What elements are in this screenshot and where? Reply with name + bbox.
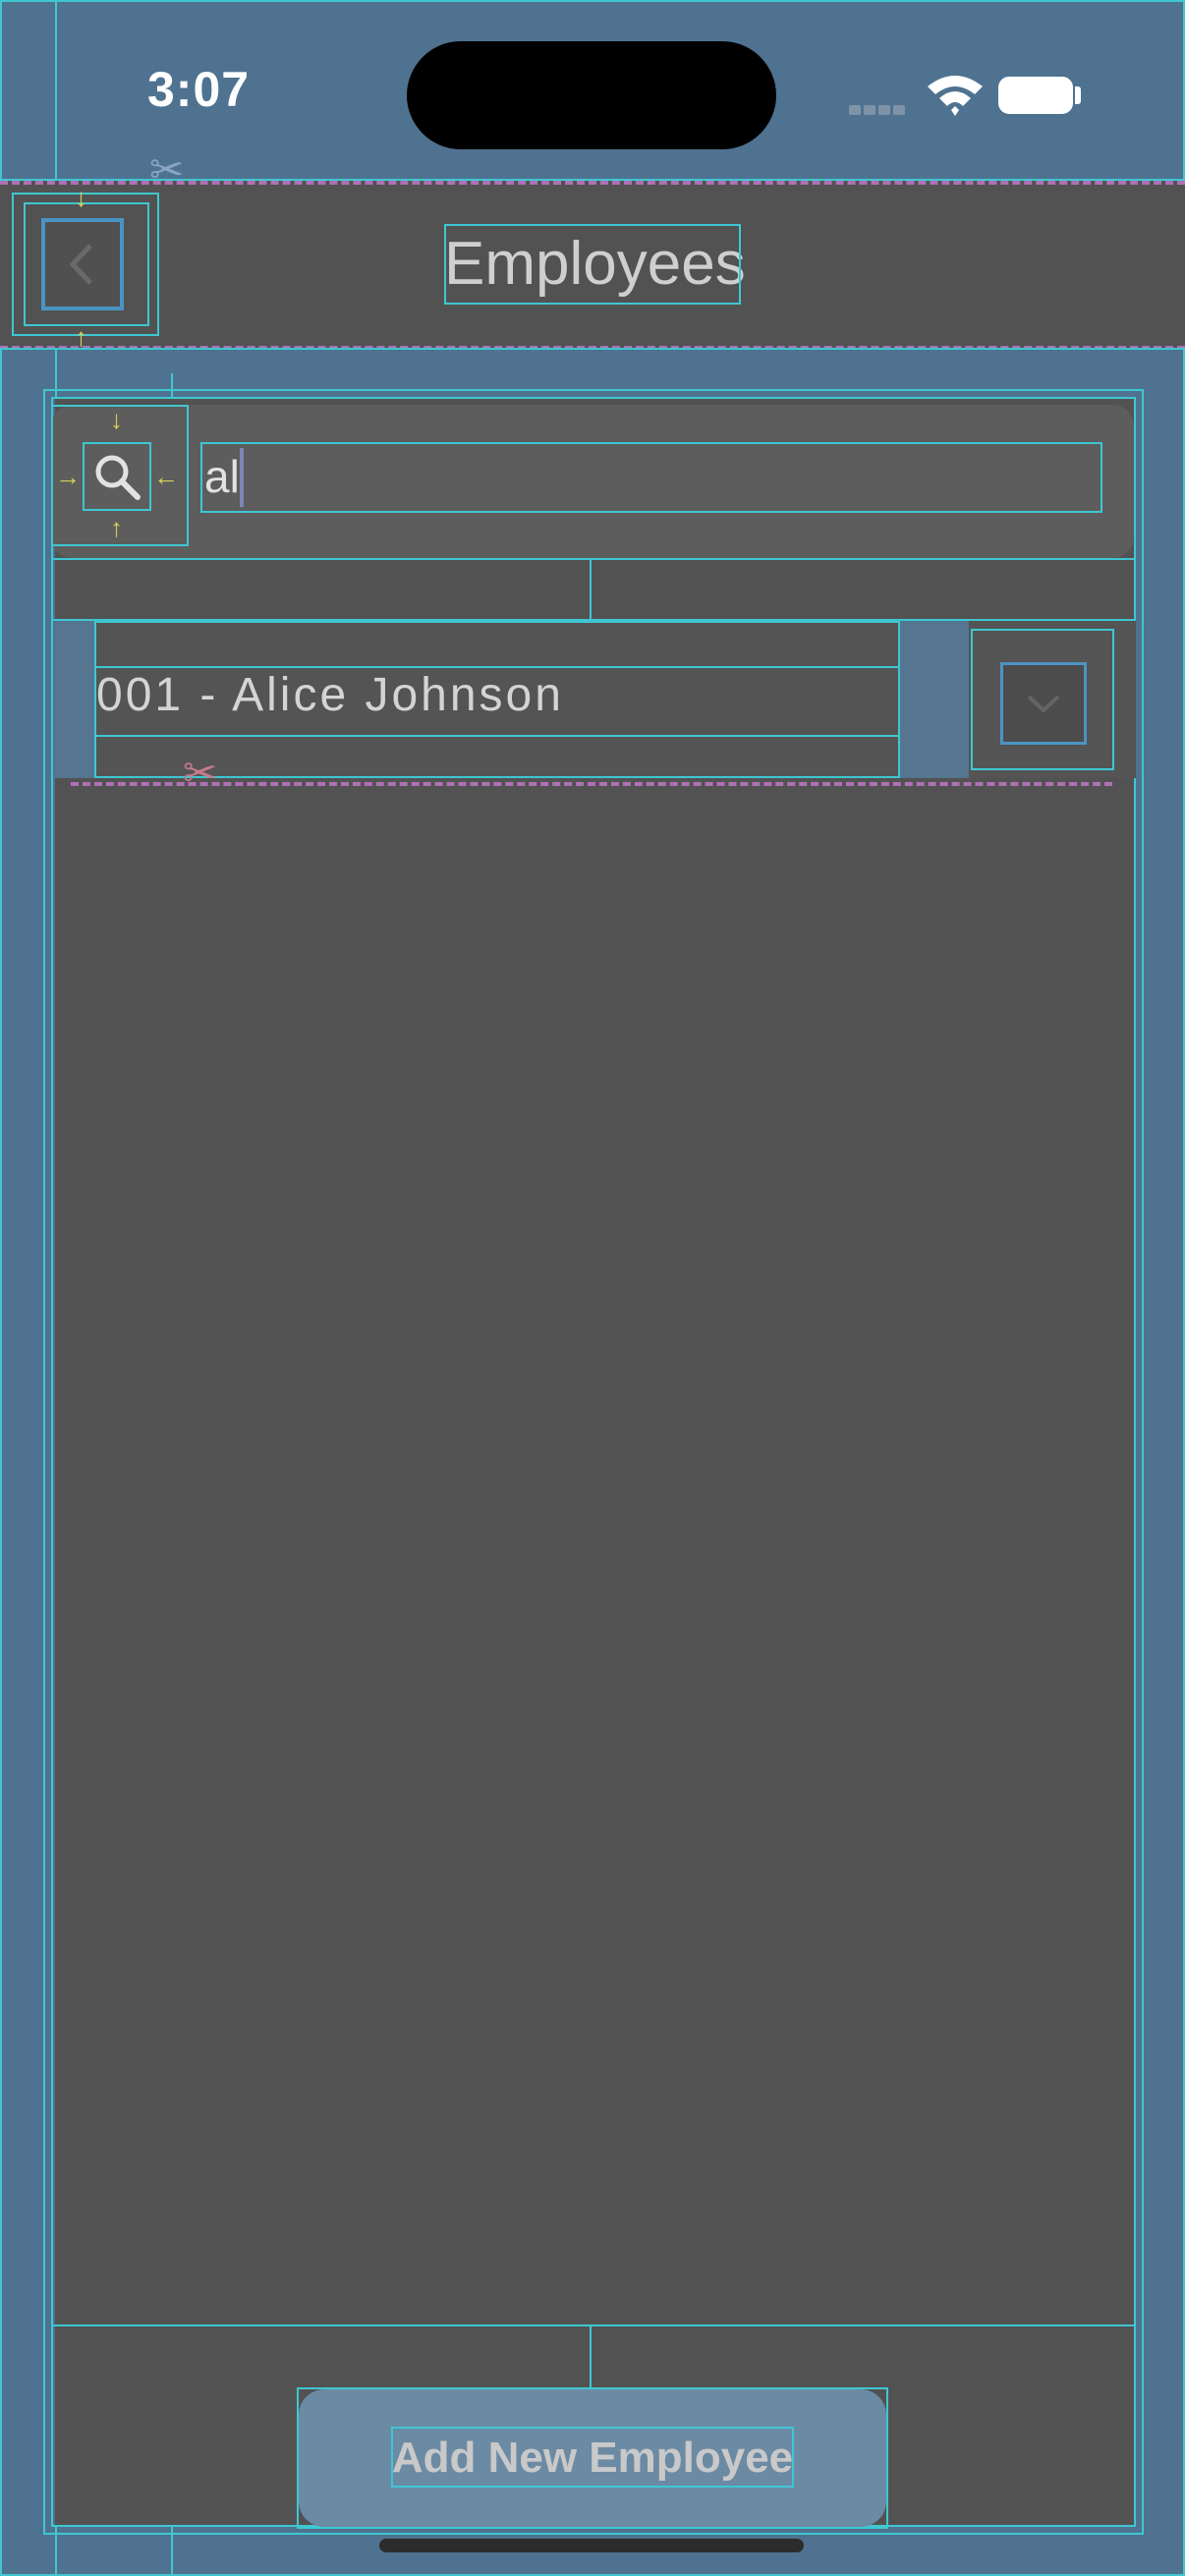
dynamic-island xyxy=(407,41,776,149)
guide-line xyxy=(51,2324,1136,2326)
page-title: Employees xyxy=(444,230,746,298)
search-icon[interactable] xyxy=(83,442,151,511)
status-time: 3:07 xyxy=(147,62,251,117)
picker-separator xyxy=(900,621,969,778)
constraint-arrow-icon: ← xyxy=(153,462,179,491)
picker-left-strip xyxy=(55,621,94,778)
dropdown-button[interactable] xyxy=(1000,662,1087,745)
constraint-arrow-icon: → xyxy=(55,462,81,491)
wifi-icon xyxy=(924,71,987,118)
signal-icon xyxy=(849,102,908,120)
picker-selected-value: 001 - Alice Johnson xyxy=(96,669,564,721)
add-employee-label: Add New Employee xyxy=(391,2434,794,2482)
constraint-arrow-icon: ↑ xyxy=(110,513,123,542)
home-indicator[interactable] xyxy=(379,2539,804,2552)
search-input[interactable] xyxy=(200,442,1100,511)
guide-line xyxy=(590,558,592,621)
guide-line xyxy=(0,348,1185,350)
battery-tip xyxy=(1075,86,1081,104)
constraint-arrow-icon: ↓ xyxy=(110,405,123,434)
scissors-icon: ✂ xyxy=(149,146,185,193)
guide-line xyxy=(590,2324,592,2387)
scissors-icon: ✂ xyxy=(183,750,218,796)
divider xyxy=(71,782,1112,786)
text-cursor xyxy=(240,448,244,507)
constraint-arrow-icon: ↑ xyxy=(75,322,87,352)
battery-icon xyxy=(998,77,1073,114)
chevron-down-icon xyxy=(1027,695,1060,713)
chevron-left-icon xyxy=(41,218,124,310)
back-button[interactable] xyxy=(41,218,124,310)
constraint-arrow-icon: ↓ xyxy=(75,183,87,212)
guide-line xyxy=(51,558,1136,560)
